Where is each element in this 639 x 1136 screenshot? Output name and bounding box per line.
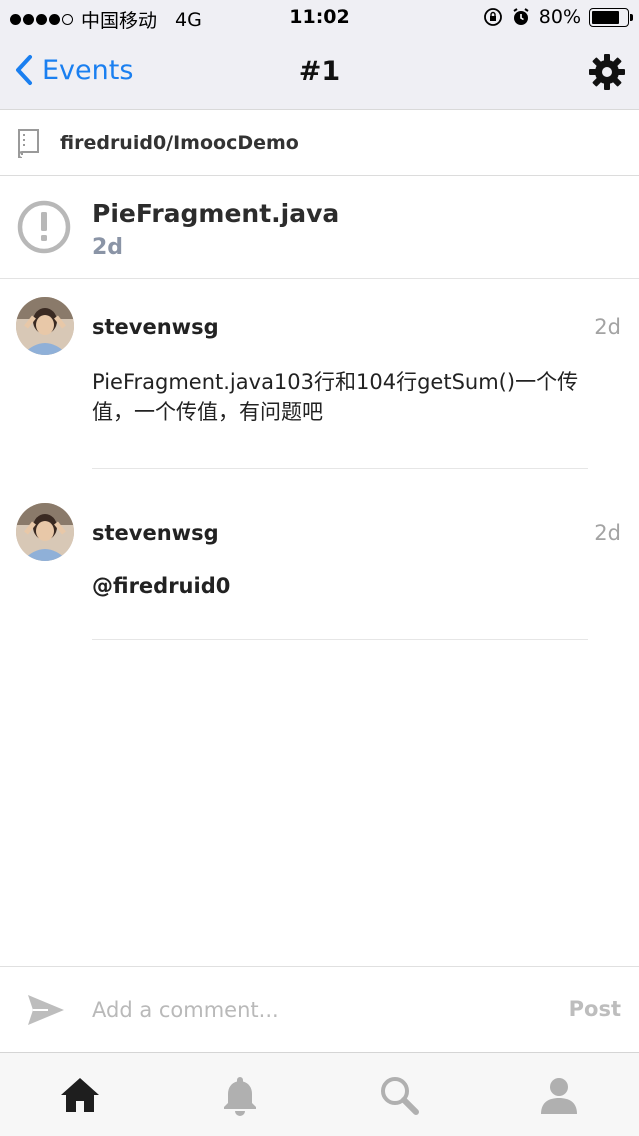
comment-item: stevenwsg 2d PieFragment.java103行和104行ge… — [0, 281, 639, 469]
battery-percent: 80% — [538, 6, 581, 28]
divider — [92, 639, 588, 640]
comment-username[interactable]: stevenwsg — [92, 521, 219, 545]
alarm-icon — [511, 7, 531, 27]
avatar[interactable] — [16, 503, 74, 561]
comment-username[interactable]: stevenwsg — [92, 315, 219, 339]
home-icon — [60, 1077, 99, 1112]
divider — [92, 468, 588, 469]
issue-title: PieFragment.java — [92, 199, 340, 228]
gear-icon — [589, 54, 625, 90]
repo-book-icon — [18, 128, 39, 158]
tab-profile[interactable] — [479, 1053, 639, 1136]
comment-mention[interactable]: @firedruid0 — [92, 571, 592, 601]
comment-input[interactable] — [92, 987, 532, 1033]
comment-age: 2d — [594, 315, 621, 339]
tab-notifications[interactable] — [160, 1053, 320, 1136]
comment-body: PieFragment.java103行和104行getSum()一个传值，一个… — [92, 370, 579, 424]
bell-icon — [223, 1076, 256, 1116]
user-avatar-image — [16, 503, 74, 561]
send-icon — [28, 995, 64, 1025]
tab-search[interactable] — [320, 1053, 480, 1136]
tab-bar — [0, 1052, 639, 1136]
repo-name: firedruid0/ImoocDemo — [60, 131, 299, 154]
rotation-lock-icon — [483, 7, 503, 27]
repo-link[interactable]: firedruid0/ImoocDemo — [0, 110, 639, 176]
search-icon — [381, 1076, 420, 1115]
issue-age: 2d — [92, 235, 124, 260]
issue-open-icon — [17, 200, 71, 254]
battery-icon — [589, 7, 633, 27]
status-right: 80% — [483, 6, 633, 28]
status-bar: 中国移动 4G 11:02 80% — [0, 0, 639, 36]
post-button[interactable]: Post — [569, 997, 621, 1021]
comment-composer: Post — [0, 966, 639, 1052]
user-avatar-image — [16, 297, 74, 355]
comment-age: 2d — [594, 521, 621, 545]
tab-home[interactable] — [0, 1053, 160, 1136]
battery-level — [592, 10, 620, 24]
avatar[interactable] — [16, 297, 74, 355]
page-title: #1 — [298, 56, 341, 87]
comment-item: stevenwsg 2d @firedruid0 — [0, 487, 639, 640]
settings-button[interactable] — [587, 52, 627, 92]
nav-bar: Events #1 — [0, 36, 639, 110]
issue-header: PieFragment.java 2d — [0, 177, 639, 279]
profile-icon — [541, 1077, 578, 1114]
